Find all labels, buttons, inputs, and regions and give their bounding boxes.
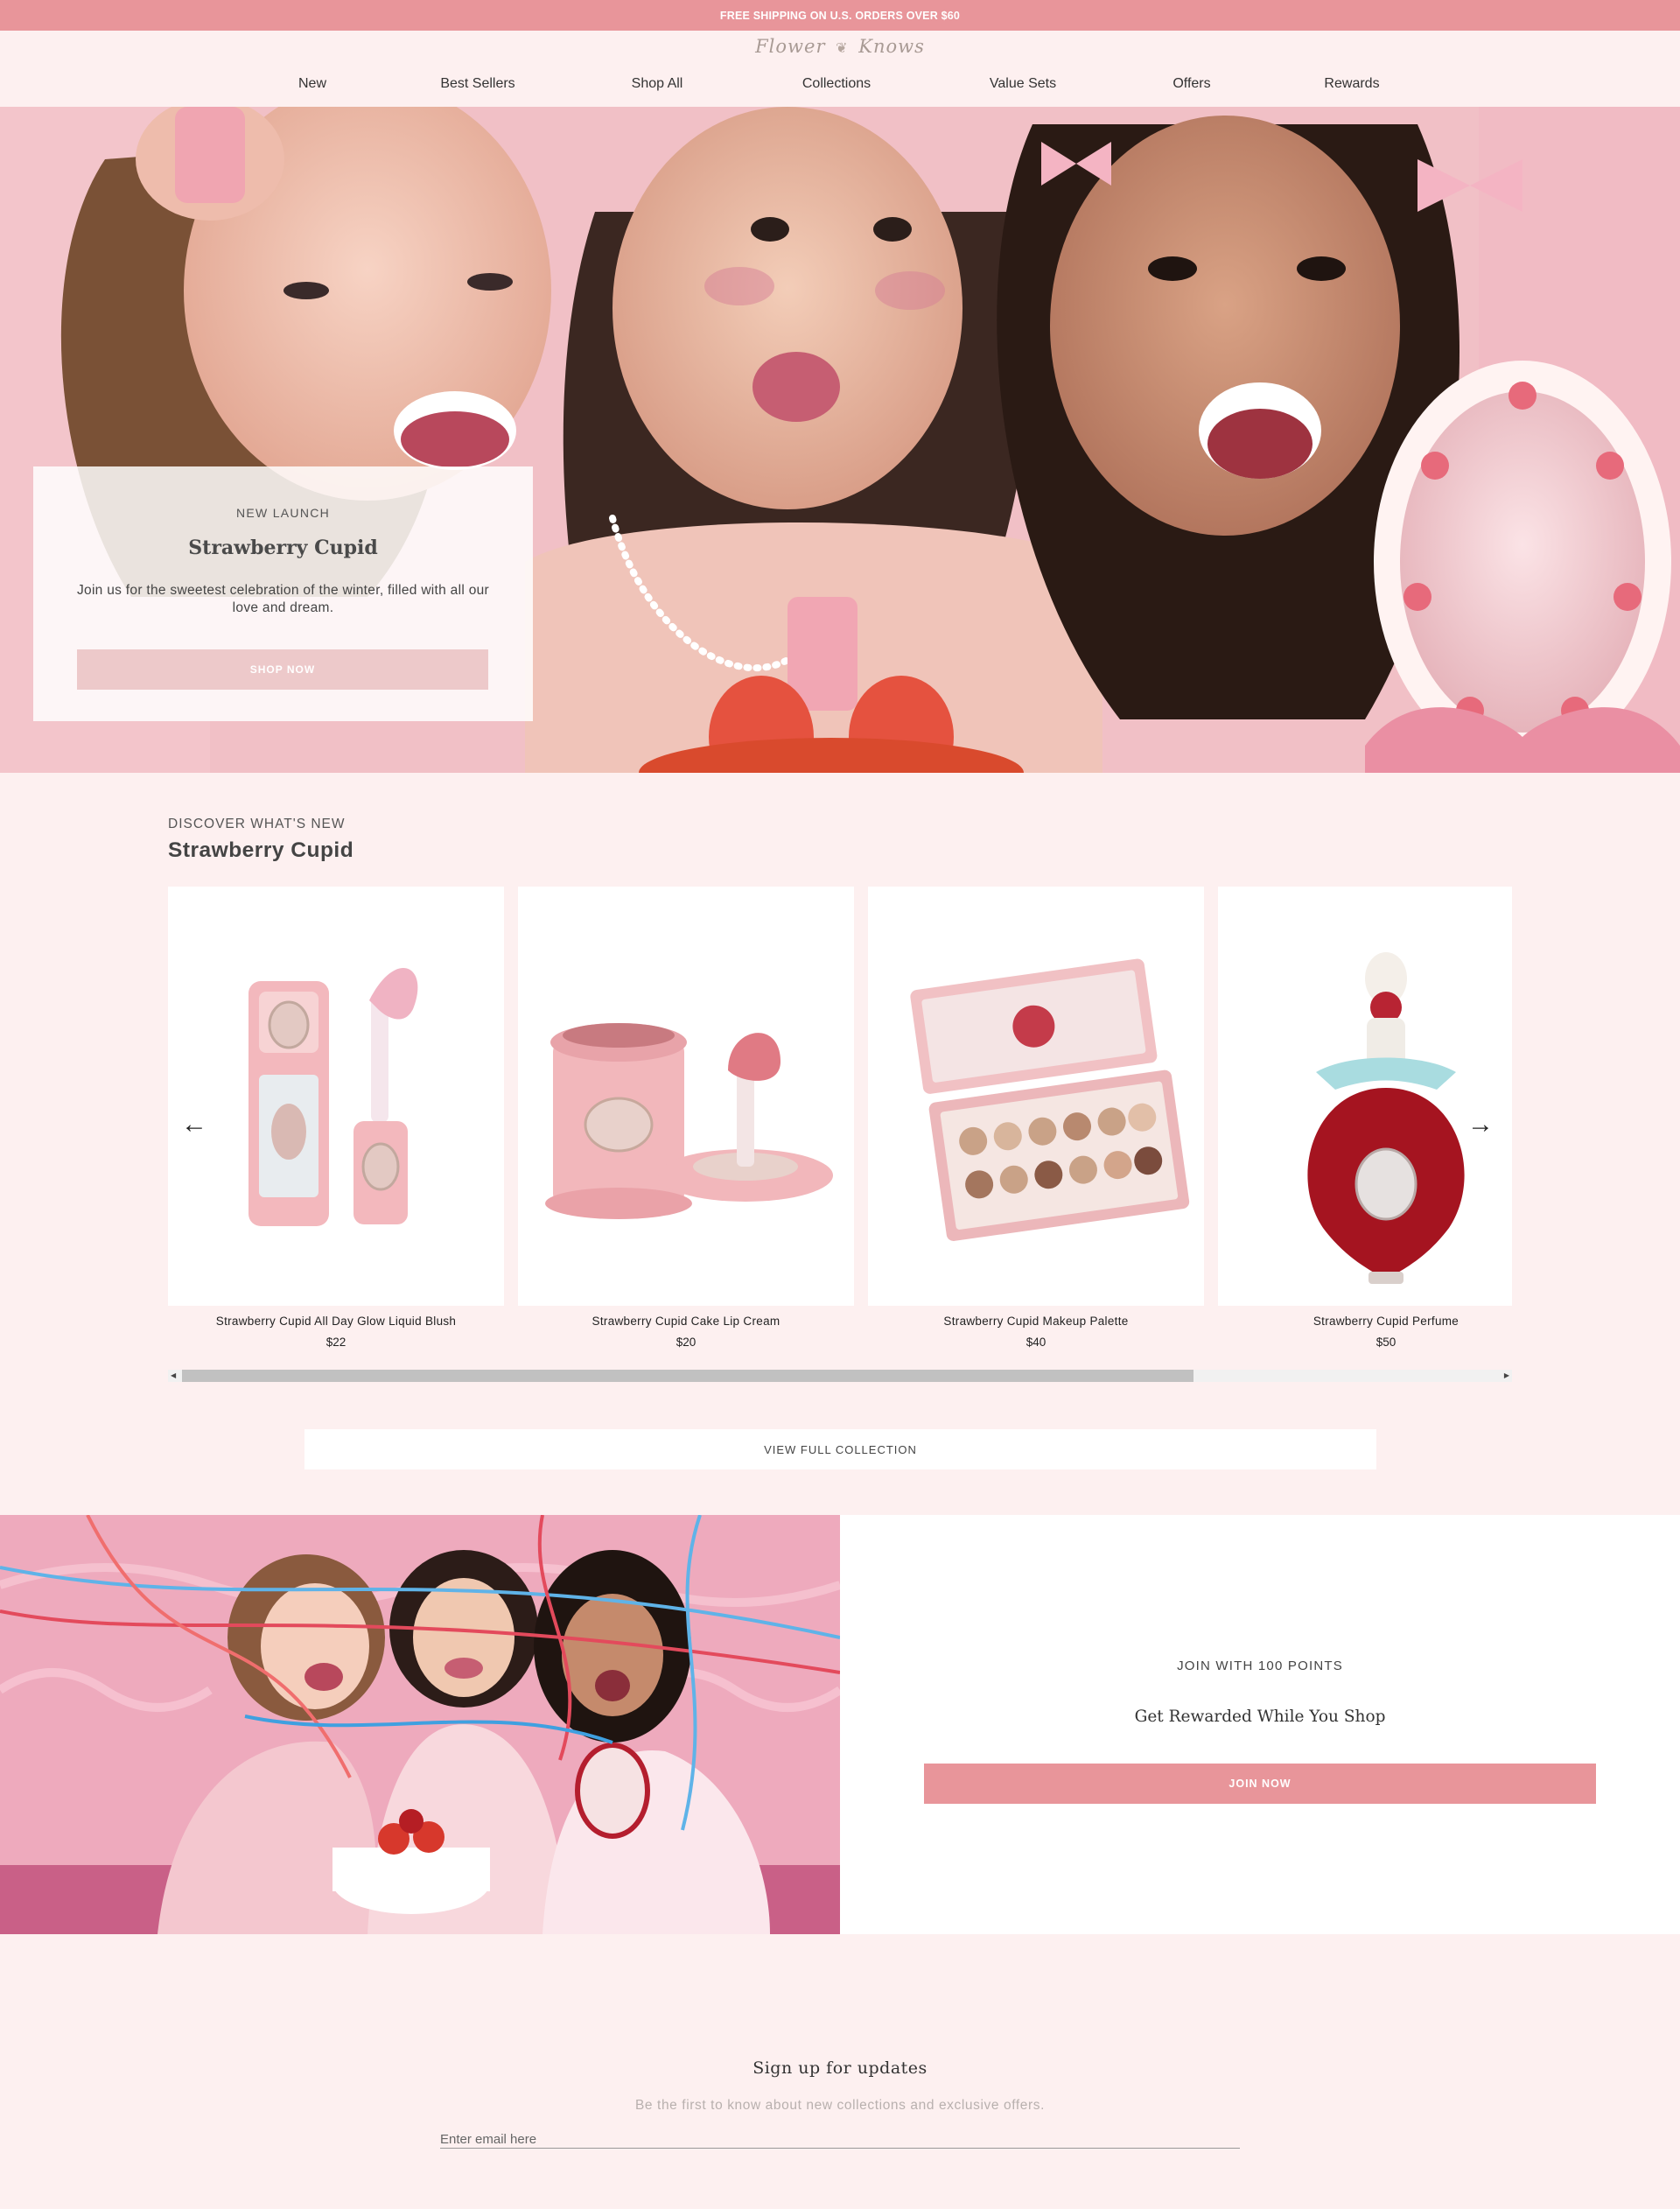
announcement-bar: FREE SHIPPING ON U.S. ORDERS OVER $60 bbox=[0, 0, 1680, 31]
hero-banner: NEW LAUNCH Strawberry Cupid Join us for … bbox=[0, 107, 1680, 773]
product-price: $40 bbox=[1026, 1336, 1046, 1349]
perfume-image bbox=[1307, 952, 1465, 1284]
hero-eyebrow: NEW LAUNCH bbox=[235, 506, 331, 520]
rewards-eyebrow: JOIN WITH 100 POINTS bbox=[1177, 1659, 1343, 1673]
product-price: $22 bbox=[326, 1336, 346, 1349]
product-card[interactable]: Strawberry Cupid All Day Glow Liquid Blu… bbox=[168, 887, 504, 1349]
main-nav: New Best Sellers Shop All Collections Va… bbox=[0, 76, 1680, 94]
product-card[interactable]: Strawberry Cupid Cake Lip Cream $20 bbox=[518, 887, 854, 1349]
email-field[interactable] bbox=[440, 2123, 1240, 2149]
nav-item-offers[interactable]: Offers bbox=[1172, 76, 1210, 92]
discover-title: Strawberry Cupid bbox=[168, 838, 354, 862]
product-card[interactable]: Strawberry Cupid Makeup Palette $40 bbox=[868, 887, 1204, 1349]
leaf-icon: ❦ bbox=[836, 39, 849, 56]
rewards-panel: JOIN WITH 100 POINTS Get Rewarded While … bbox=[840, 1515, 1680, 1934]
product-image[interactable] bbox=[1218, 887, 1512, 1306]
arrow-right-icon[interactable]: → bbox=[1467, 1112, 1494, 1138]
shop-now-button[interactable]: SHOP NOW bbox=[77, 649, 488, 690]
announcement-text: FREE SHIPPING ON U.S. ORDERS OVER $60 bbox=[719, 9, 961, 22]
arrow-left-icon[interactable]: ← bbox=[181, 1112, 207, 1138]
nav-item-rewards[interactable]: Rewards bbox=[1324, 76, 1379, 92]
nav-item-new[interactable]: New bbox=[298, 76, 326, 92]
lip-cream-image bbox=[545, 1023, 833, 1219]
rewards-image bbox=[0, 1515, 840, 1934]
scroll-left-icon[interactable]: ◀ bbox=[171, 1371, 176, 1380]
join-now-button[interactable]: JOIN NOW bbox=[924, 1764, 1596, 1804]
product-name[interactable]: Strawberry Cupid Makeup Palette bbox=[868, 1315, 1204, 1328]
product-price: $50 bbox=[1376, 1336, 1396, 1349]
newsletter-subtitle: Be the first to know about new collectio… bbox=[634, 2098, 1046, 2113]
nav-item-value-sets[interactable]: Value Sets bbox=[990, 76, 1056, 92]
scrollbar-thumb[interactable] bbox=[182, 1370, 1194, 1382]
nav-item-shop-all[interactable]: Shop All bbox=[632, 76, 683, 92]
hero-description: Join us for the sweetest celebration of … bbox=[76, 583, 490, 615]
scroll-right-icon[interactable]: ▶ bbox=[1504, 1371, 1509, 1380]
newsletter-title: Sign up for updates bbox=[752, 2058, 928, 2078]
product-price: $20 bbox=[676, 1336, 696, 1349]
hero-promo-card: NEW LAUNCH Strawberry Cupid Join us for … bbox=[33, 466, 533, 721]
logo-text-right: Knows bbox=[858, 36, 925, 57]
product-name[interactable]: Strawberry Cupid All Day Glow Liquid Blu… bbox=[168, 1315, 504, 1328]
product-carousel: Strawberry Cupid All Day Glow Liquid Blu… bbox=[168, 887, 1512, 1385]
logo-text-left: Flower bbox=[755, 36, 826, 57]
hero-title: Strawberry Cupid bbox=[188, 536, 378, 559]
makeup-palette-image bbox=[910, 958, 1190, 1241]
discover-eyebrow: DISCOVER WHAT'S NEW bbox=[168, 817, 346, 831]
brand-logo[interactable]: Flower ❦ Knows bbox=[0, 36, 1680, 57]
rewards-title: Get Rewarded While You Shop bbox=[1134, 1708, 1386, 1726]
product-name[interactable]: Strawberry Cupid Cake Lip Cream bbox=[518, 1315, 854, 1328]
nav-item-best-sellers[interactable]: Best Sellers bbox=[440, 76, 514, 92]
product-image[interactable] bbox=[868, 887, 1204, 1306]
view-full-collection-button[interactable]: VIEW FULL COLLECTION bbox=[304, 1429, 1376, 1469]
liquid-blush-image bbox=[248, 967, 418, 1226]
product-image[interactable] bbox=[518, 887, 854, 1306]
nav-item-collections[interactable]: Collections bbox=[802, 76, 871, 92]
newsletter-section: Sign up for updates Be the first to know… bbox=[0, 1979, 1680, 2209]
product-image[interactable] bbox=[168, 887, 504, 1306]
product-name[interactable]: Strawberry Cupid Perfume bbox=[1218, 1315, 1512, 1328]
carousel-scrollbar[interactable]: ◀ ▶ bbox=[168, 1370, 1512, 1382]
party-photo bbox=[0, 1515, 840, 1934]
site-header: Flower ❦ Knows New Best Sellers Shop All… bbox=[0, 31, 1680, 107]
